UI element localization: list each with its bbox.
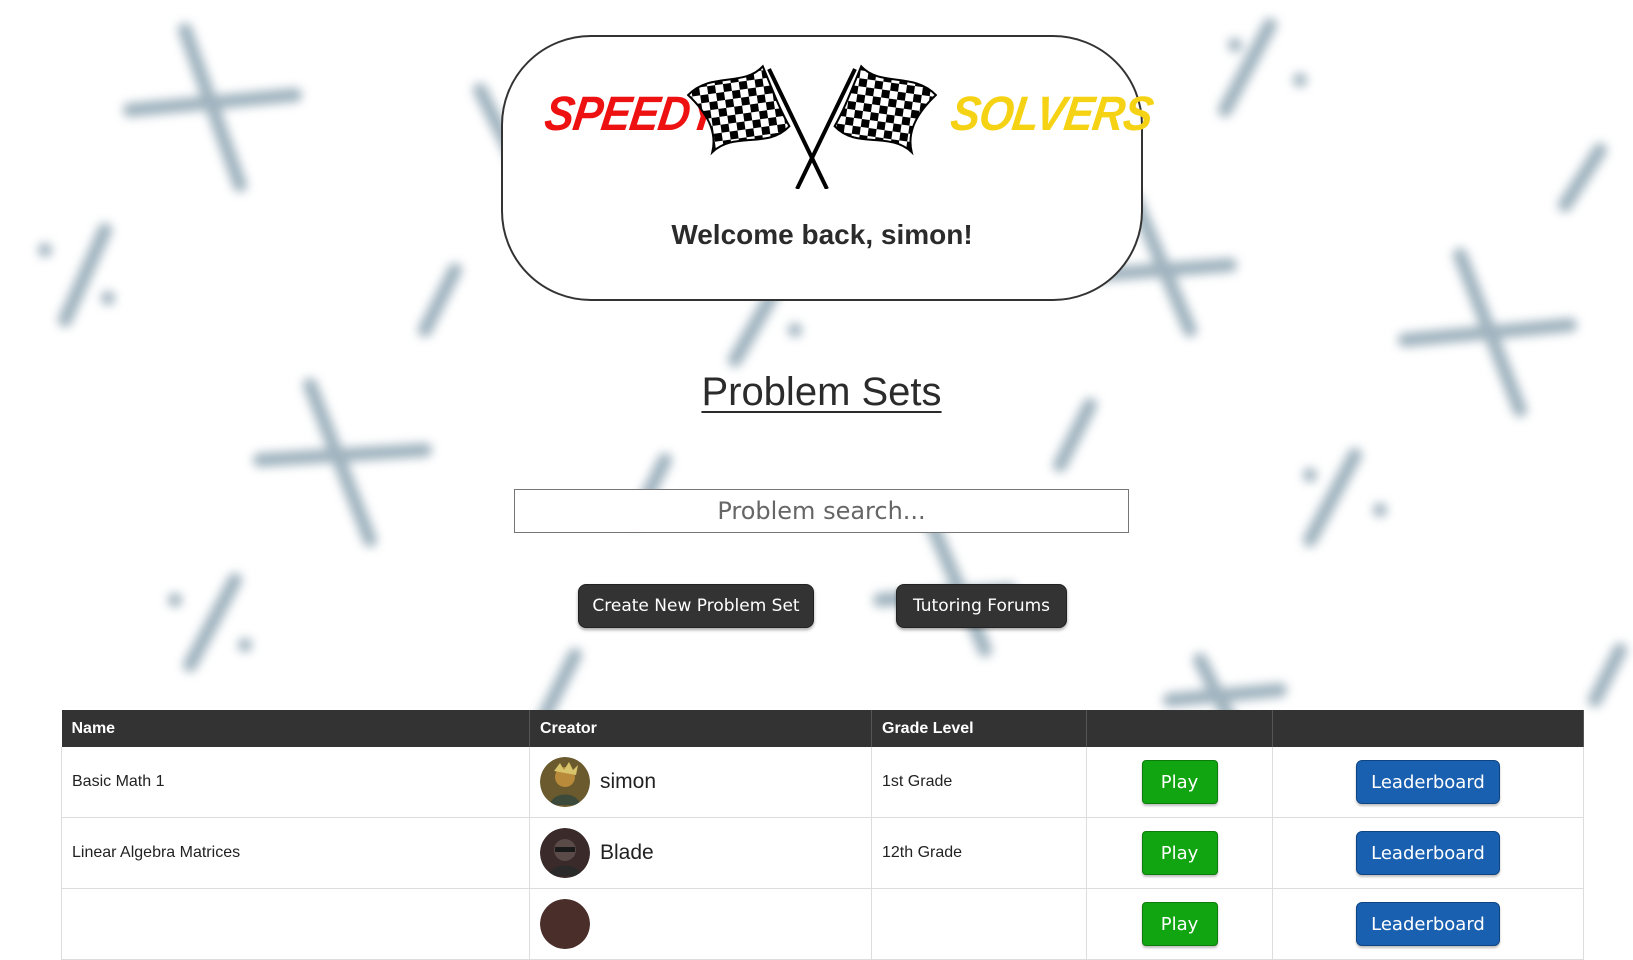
column-header-name: Name xyxy=(61,710,530,747)
problem-sets-table: Name Creator Grade Level Basic Math 1 si… xyxy=(61,710,1584,960)
play-cell: Play xyxy=(1086,888,1273,960)
problem-set-name: Linear Algebra Matrices xyxy=(61,817,530,889)
creator-name[interactable]: Blade xyxy=(600,841,654,865)
logo-text-solvers: SOLVERS xyxy=(947,87,1156,141)
avatar xyxy=(540,828,590,878)
tutoring-forums-button[interactable]: Tutoring Forums xyxy=(896,584,1067,628)
table-row: Linear Algebra Matrices Blade 12th Grade… xyxy=(61,817,1584,889)
column-header-grade-level: Grade Level xyxy=(871,710,1087,747)
column-header-leaderboard xyxy=(1272,710,1584,747)
problem-sets-table-container: Name Creator Grade Level Basic Math 1 si… xyxy=(61,710,1584,960)
avatar xyxy=(540,899,590,949)
play-cell: Play xyxy=(1086,817,1273,889)
welcome-message: Welcome back, simon! xyxy=(671,219,973,250)
problem-set-name: Basic Math 1 xyxy=(61,747,530,818)
problem-set-name xyxy=(61,888,530,960)
creator-cell: simon xyxy=(529,747,872,818)
leaderboard-cell: Leaderboard xyxy=(1272,817,1584,889)
creator-cell: Blade xyxy=(529,817,872,889)
avatar xyxy=(540,757,590,807)
leaderboard-button[interactable]: Leaderboard xyxy=(1356,902,1500,946)
column-header-creator: Creator xyxy=(529,710,872,747)
table-header-row: Name Creator Grade Level xyxy=(61,710,1584,747)
grade-level xyxy=(871,888,1087,960)
leaderboard-cell: Leaderboard xyxy=(1272,888,1584,960)
column-header-play xyxy=(1086,710,1273,747)
creator-name[interactable]: simon xyxy=(600,770,656,794)
app-page: SPEEDY SOLVERS Welcome back, simon! Prob… xyxy=(0,0,1633,960)
play-button[interactable]: Play xyxy=(1141,831,1218,875)
creator-cell xyxy=(529,888,872,960)
leaderboard-button[interactable]: Leaderboard xyxy=(1356,831,1500,875)
create-problem-set-button[interactable]: Create New Problem Set xyxy=(578,584,814,628)
play-button[interactable]: Play xyxy=(1141,760,1218,804)
table-row: Play Leaderboard xyxy=(61,888,1584,960)
grade-level: 1st Grade xyxy=(871,747,1087,818)
problem-search-input[interactable] xyxy=(514,489,1129,533)
checkered-flags-icon xyxy=(687,64,937,189)
grade-level: 12th Grade xyxy=(871,817,1087,889)
play-cell: Play xyxy=(1086,747,1273,818)
leaderboard-cell: Leaderboard xyxy=(1272,747,1584,818)
page-title: Problem Sets xyxy=(701,370,942,414)
site-header: SPEEDY SOLVERS Welcome back, simon! xyxy=(501,35,1156,301)
play-button[interactable]: Play xyxy=(1141,902,1218,946)
table-row: Basic Math 1 simon 1st Grade Play Leader… xyxy=(61,747,1584,818)
leaderboard-button[interactable]: Leaderboard xyxy=(1356,760,1500,804)
